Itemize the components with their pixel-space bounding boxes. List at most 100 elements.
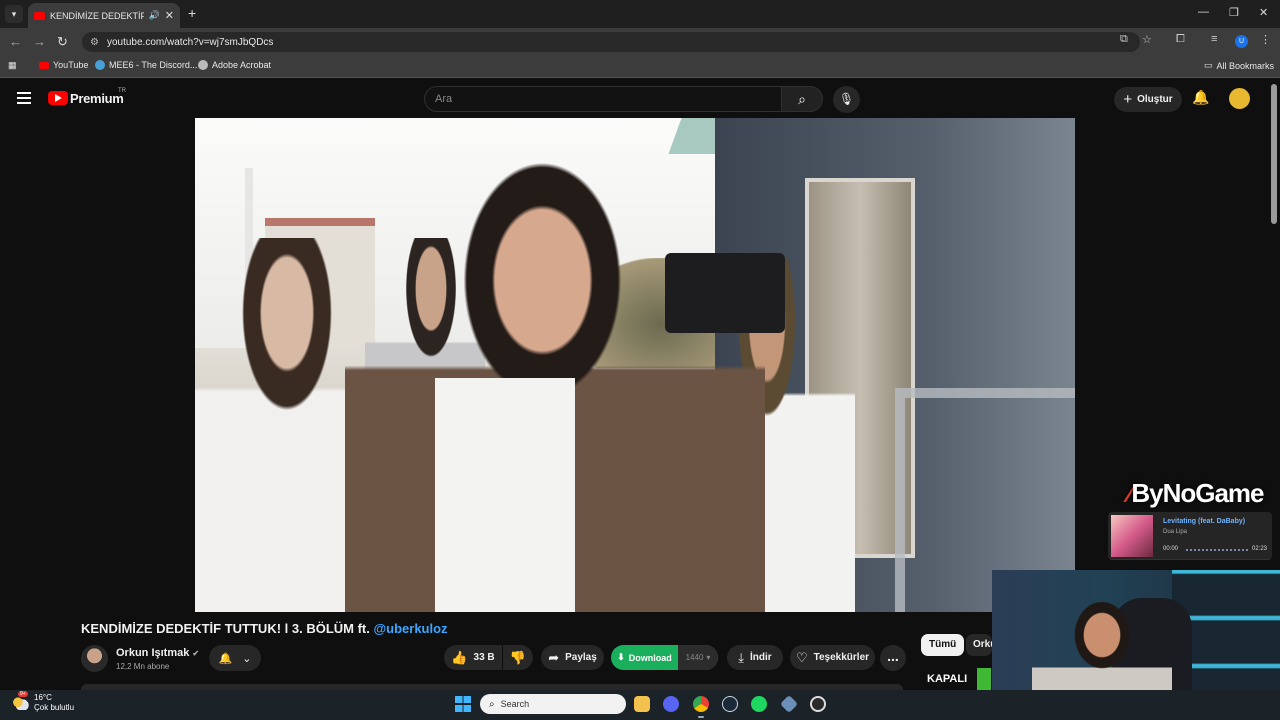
search-icon: ⌕ bbox=[798, 91, 806, 107]
thumbs-down-icon: 👎 bbox=[509, 649, 527, 665]
browser-tab[interactable]: KENDİMİZE DEDEKTİF TUTT 🔊 ✕ bbox=[28, 3, 180, 28]
channel-name[interactable]: Orkun Işıtmak ✔ bbox=[116, 647, 199, 659]
weather-widget[interactable]: 9+ 16°C Çok bulutlu bbox=[12, 691, 75, 713]
tab-title: KENDİMİZE DEDEKTİF TUTT bbox=[50, 10, 144, 21]
toolbar: ← → ↻ ⚙ youtube.com/watch?v=wj7smJbQDcs … bbox=[0, 28, 1280, 56]
globe-icon bbox=[198, 60, 208, 70]
discord-icon[interactable] bbox=[663, 696, 679, 712]
share-icon: ➦ bbox=[548, 649, 560, 665]
video-white-shirt bbox=[435, 378, 575, 612]
chevron-down-icon: ⌄ bbox=[242, 652, 252, 665]
like-button[interactable]: 👍 33 B bbox=[444, 645, 502, 670]
weather-badge: 9+ bbox=[18, 691, 28, 697]
browser-tab-strip: ▾ KENDİMİZE DEDEKTİF TUTT 🔊 ✕ + — ❐ ✕ bbox=[0, 0, 1280, 28]
extensions-icon[interactable]: ⧠ bbox=[1176, 33, 1185, 46]
forward-icon[interactable]: → bbox=[33, 34, 46, 49]
media-controls-icon[interactable]: ≡ bbox=[1211, 33, 1217, 45]
caret-down-icon: ▾ bbox=[706, 653, 711, 662]
steam-icon[interactable] bbox=[722, 696, 738, 712]
country-code: TR bbox=[118, 88, 126, 94]
temperature: 16°C bbox=[34, 693, 52, 702]
download-icon: ⤓ bbox=[738, 649, 745, 665]
chip-all[interactable]: Tümü bbox=[921, 634, 965, 656]
time-elapsed: 00:00 bbox=[1163, 546, 1179, 552]
new-tab-button[interactable]: + bbox=[188, 5, 196, 21]
youtube-icon bbox=[39, 61, 49, 69]
url-text: youtube.com/watch?v=wj7smJbQDcs bbox=[106, 36, 274, 48]
youtube-header: Premium TR Ara ⌕ 🎙 + Oluştur 🔔 bbox=[0, 79, 1280, 119]
windows-start-icon[interactable] bbox=[455, 696, 471, 712]
all-bookmarks[interactable]: ▭ All Bookmarks bbox=[1204, 60, 1274, 71]
address-bar[interactable]: ⚙ youtube.com/watch?v=wj7smJbQDcs bbox=[82, 32, 1140, 52]
notifications-bell-icon[interactable]: 🔔 bbox=[1192, 89, 1209, 106]
tab-search-button[interactable]: ▾ bbox=[5, 5, 23, 23]
folder-icon: ▭ bbox=[1204, 60, 1213, 70]
speaker-icon[interactable]: 🔊 bbox=[149, 10, 160, 21]
album-art bbox=[1111, 515, 1153, 557]
heart-dollar-icon: ♡ bbox=[795, 649, 808, 665]
spotify-icon[interactable] bbox=[751, 696, 767, 712]
create-button[interactable]: + Oluştur bbox=[1114, 87, 1182, 112]
search-input[interactable]: Ara bbox=[424, 86, 782, 112]
active-indicator bbox=[698, 716, 704, 718]
file-explorer-icon[interactable] bbox=[634, 696, 650, 712]
video-title: KENDİMİZE DEDEKTİF TUTTUK! l 3. BÖLÜM ft… bbox=[81, 621, 448, 636]
download-main[interactable]: ⬇ Download bbox=[611, 645, 678, 670]
quality-select[interactable]: 1440 ▾ bbox=[678, 645, 718, 670]
page-scrollbar[interactable] bbox=[1271, 84, 1277, 224]
bookmark-youtube[interactable]: YouTube bbox=[39, 60, 88, 70]
more-actions-button[interactable]: ... bbox=[880, 645, 906, 671]
window-close-icon[interactable]: ✕ bbox=[1259, 6, 1268, 19]
browser-menu-icon[interactable]: ⋮ bbox=[1260, 33, 1271, 46]
kapali-label: KAPALI bbox=[921, 668, 991, 690]
song-artist: Dua Lipa bbox=[1163, 529, 1188, 535]
thumbs-up-icon: 👍 bbox=[451, 649, 468, 665]
progress-bar bbox=[1186, 549, 1248, 551]
close-tab-icon[interactable]: ✕ bbox=[165, 9, 174, 22]
weather-condition: Çok bulutlu bbox=[34, 703, 75, 712]
download-arrow-icon: ⬇ bbox=[617, 652, 625, 662]
time-total: 02:23 bbox=[1252, 546, 1268, 552]
verified-icon: ✔ bbox=[192, 649, 200, 658]
share-button[interactable]: ➦ Paylaş bbox=[541, 645, 604, 670]
premium-brand[interactable]: Premium bbox=[70, 91, 124, 106]
chrome-icon[interactable] bbox=[693, 696, 709, 712]
plus-icon: + bbox=[1123, 91, 1133, 108]
bookmark-mee6[interactable]: MEE6 - The Discord... bbox=[95, 60, 197, 70]
bookmark-adobe[interactable]: Adobe Acrobat bbox=[198, 60, 271, 70]
minimize-icon[interactable]: — bbox=[1198, 6, 1209, 18]
indir-button[interactable]: ⤓ İndir bbox=[727, 645, 783, 670]
bookmark-star-icon[interactable]: ☆ bbox=[1142, 33, 1152, 46]
mee6-icon bbox=[95, 60, 105, 70]
install-app-icon[interactable]: ⧉ bbox=[1120, 33, 1128, 46]
obs-icon[interactable] bbox=[810, 696, 826, 712]
chip-channel[interactable]: Orkun bbox=[966, 634, 992, 656]
youtube-logo-icon[interactable] bbox=[48, 91, 68, 105]
subscriber-count: 12,2 Mn abone bbox=[116, 662, 170, 671]
bookmarks-bar: ▦ YouTube MEE6 - The Discord... Adobe Ac… bbox=[0, 56, 1280, 78]
menu-icon[interactable] bbox=[17, 92, 31, 104]
restore-icon[interactable]: ❐ bbox=[1229, 6, 1239, 19]
bynogame-logo: ⁄ByNoGame bbox=[1128, 478, 1265, 508]
cloudy-weather-icon bbox=[12, 696, 29, 710]
voice-search-button[interactable]: 🎙 bbox=[833, 86, 860, 113]
apps-grid-icon[interactable]: ▦ bbox=[8, 60, 17, 71]
download-extension-button[interactable]: ⬇ Download 1440 ▾ bbox=[611, 645, 718, 670]
video-player[interactable] bbox=[195, 118, 1075, 612]
thanks-button[interactable]: ♡ Teşekkürler bbox=[790, 645, 875, 670]
now-playing-widget: Levitating (feat. DaBaby) Dua Lipa 00:00… bbox=[1108, 512, 1272, 560]
back-icon[interactable]: ← bbox=[9, 34, 22, 49]
site-info-icon[interactable]: ⚙ bbox=[90, 37, 99, 48]
dislike-button[interactable]: 👎 bbox=[503, 645, 533, 670]
bell-icon: 🔔 bbox=[218, 652, 233, 665]
microphone-icon: 🎙 bbox=[838, 92, 855, 106]
subscription-bell-button[interactable]: 🔔 ⌄ bbox=[209, 645, 261, 671]
search-button[interactable]: ⌕ bbox=[781, 86, 823, 112]
mention-link[interactable]: @uberkuloz bbox=[373, 621, 447, 636]
profile-avatar[interactable]: U bbox=[1235, 35, 1248, 48]
taskbar-search[interactable]: ⌕ Search bbox=[480, 694, 626, 714]
account-avatar[interactable] bbox=[1229, 88, 1250, 109]
divider bbox=[1111, 559, 1269, 560]
reload-icon[interactable]: ↻ bbox=[57, 34, 68, 50]
channel-avatar[interactable] bbox=[81, 645, 108, 672]
